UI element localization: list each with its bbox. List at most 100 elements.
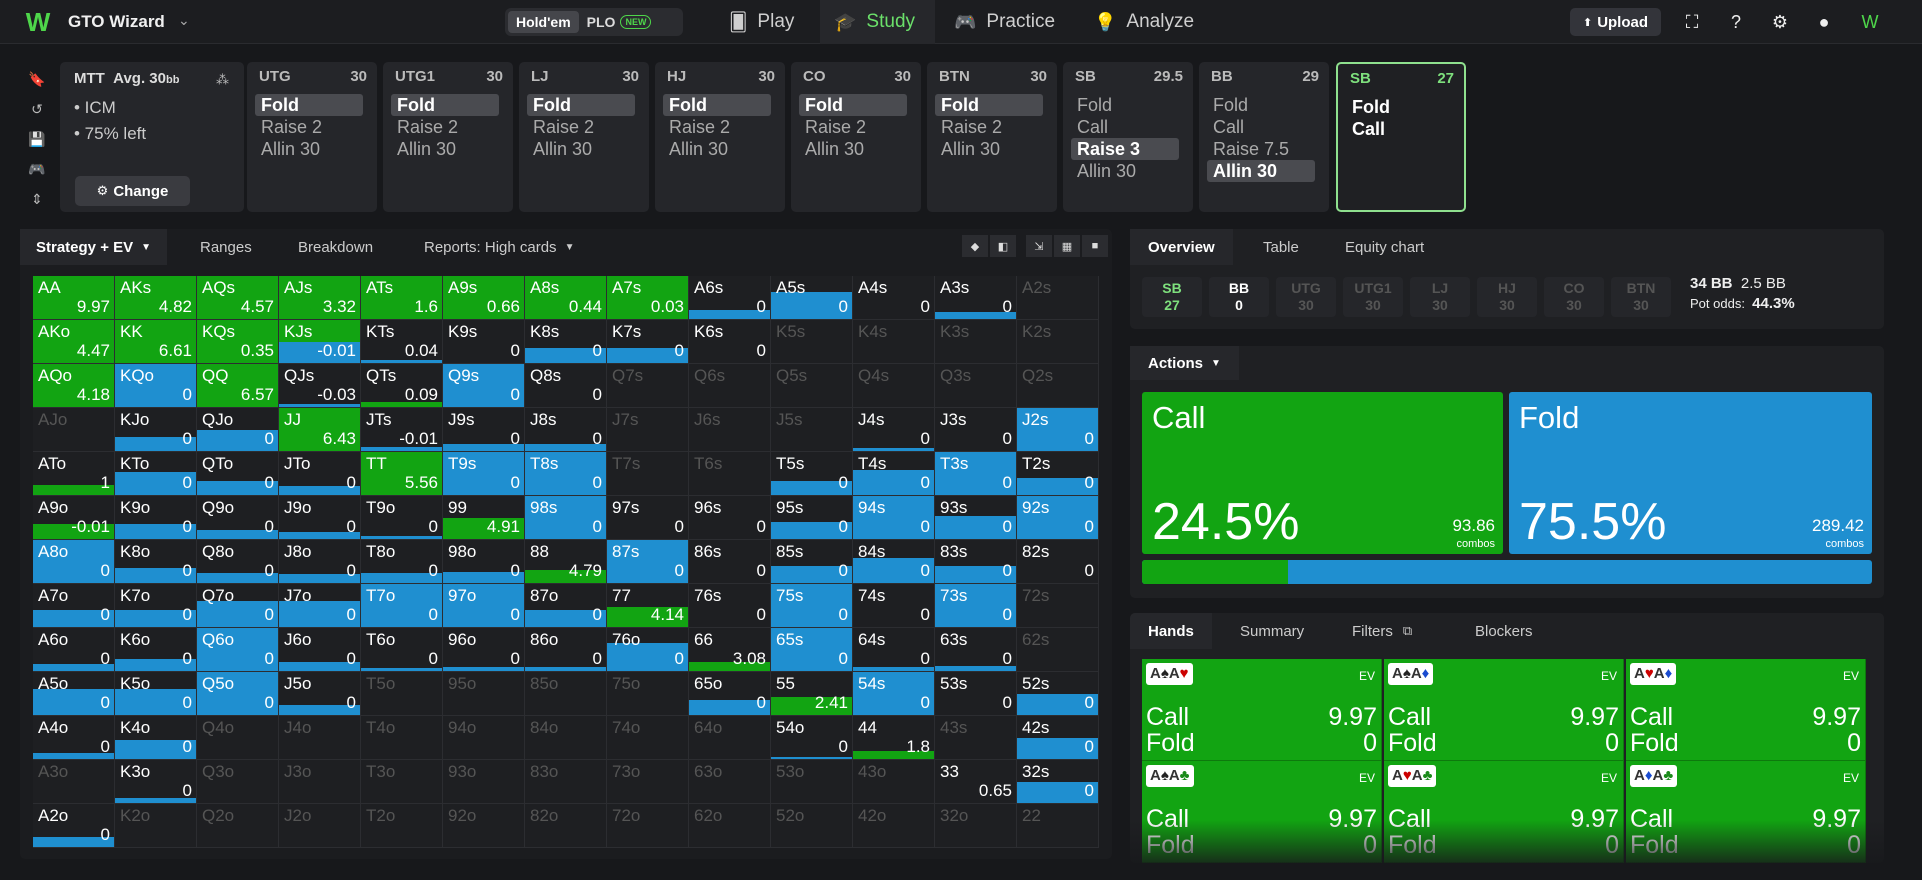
hand-cell[interactable]: 82o bbox=[525, 804, 607, 848]
position-card-sb[interactable]: SB 29.5 Fold Call Raise 3 Allin 30 bbox=[1063, 62, 1193, 212]
hand-cell[interactable]: JTo 0 bbox=[279, 452, 361, 496]
hand-cell[interactable]: AJo bbox=[33, 408, 115, 452]
hand-cell[interactable]: Q9s 0 bbox=[443, 364, 525, 408]
hand-cell[interactable]: J5s bbox=[771, 408, 853, 452]
hand-cell[interactable]: K2s bbox=[1017, 320, 1099, 364]
hand-cell[interactable]: KJs -0.01 bbox=[279, 320, 361, 364]
position-card-co[interactable]: CO 30 Fold Raise 2 Allin 30 bbox=[791, 62, 921, 212]
hand-cell[interactable]: 72s bbox=[1017, 584, 1099, 628]
hand-cell[interactable]: QTo 0 bbox=[197, 452, 279, 496]
hand-cell[interactable]: 88 4.79 bbox=[525, 540, 607, 584]
position-card-hj[interactable]: HJ 30 Fold Raise 2 Allin 30 bbox=[655, 62, 785, 212]
position-card-lj[interactable]: LJ 30 Fold Raise 2 Allin 30 bbox=[519, 62, 649, 212]
hand-cell[interactable]: QJs -0.03 bbox=[279, 364, 361, 408]
hand-combo-card[interactable]: A♠A♦ EV Call 9.97 Fold 0 bbox=[1384, 659, 1624, 761]
hand-cell[interactable]: T6s bbox=[689, 452, 771, 496]
stack-chip-utg[interactable]: UTG 30 bbox=[1276, 277, 1336, 317]
hand-cell[interactable]: 85s 0 bbox=[771, 540, 853, 584]
hand-cell[interactable]: 83o bbox=[525, 760, 607, 804]
hand-cell[interactable]: 92o bbox=[443, 804, 525, 848]
chevron-down-icon[interactable]: ⌄ bbox=[178, 12, 190, 29]
hand-cell[interactable]: 98o 0 bbox=[443, 540, 525, 584]
holdem-toggle[interactable]: Hold'em bbox=[508, 11, 579, 33]
position-action[interactable]: Allin 30 bbox=[527, 138, 635, 160]
hand-cell[interactable]: Q7s bbox=[607, 364, 689, 408]
hand-cell[interactable]: Q2s bbox=[1017, 364, 1099, 408]
hand-cell[interactable]: T8o 0 bbox=[361, 540, 443, 584]
hand-cell[interactable]: KQs 0.35 bbox=[197, 320, 279, 364]
position-card-utg1[interactable]: UTG1 30 Fold Raise 2 Allin 30 bbox=[383, 62, 513, 212]
hand-cell[interactable]: KJo 0 bbox=[115, 408, 197, 452]
hand-cell[interactable]: AA 9.97 bbox=[33, 276, 115, 320]
position-action[interactable]: Fold bbox=[1071, 94, 1179, 116]
action-call-box[interactable]: Call 24.5% 93.86 combos bbox=[1142, 392, 1503, 554]
hand-cell[interactable]: J3s 0 bbox=[935, 408, 1017, 452]
hand-cell[interactable]: Q5o 0 bbox=[197, 672, 279, 716]
position-action[interactable]: Raise 7.5 bbox=[1207, 138, 1315, 160]
hand-cell[interactable]: 84o bbox=[525, 716, 607, 760]
hand-cell[interactable]: K4o 0 bbox=[115, 716, 197, 760]
hand-cell[interactable]: Q8o 0 bbox=[197, 540, 279, 584]
hand-cell[interactable]: 87o 0 bbox=[525, 584, 607, 628]
hand-cell[interactable]: K8s 0 bbox=[525, 320, 607, 364]
help-icon[interactable]: ? bbox=[1724, 10, 1748, 34]
position-action[interactable]: Allin 30 bbox=[391, 138, 499, 160]
hand-cell[interactable]: 62o bbox=[689, 804, 771, 848]
hand-cell[interactable]: 76s 0 bbox=[689, 584, 771, 628]
hand-cell[interactable]: 53o bbox=[771, 760, 853, 804]
screenshot-icon[interactable]: ⛶ bbox=[1680, 10, 1704, 34]
contrast-icon[interactable]: ◧ bbox=[990, 235, 1016, 257]
hand-cell[interactable]: 75s 0 bbox=[771, 584, 853, 628]
position-card-btn[interactable]: BTN 30 Fold Raise 2 Allin 30 bbox=[927, 62, 1057, 212]
position-action[interactable]: Fold bbox=[391, 94, 499, 116]
hand-cell[interactable]: AKo 4.47 bbox=[33, 320, 115, 364]
position-action[interactable]: Raise 2 bbox=[391, 116, 499, 138]
hand-cell[interactable]: K6s 0 bbox=[689, 320, 771, 364]
hand-cell[interactable]: 73o bbox=[607, 760, 689, 804]
tab-table[interactable]: Table bbox=[1263, 229, 1299, 265]
square-icon[interactable]: ■ bbox=[1082, 235, 1108, 257]
hand-cell[interactable]: 65o 0 bbox=[689, 672, 771, 716]
position-action[interactable]: Call bbox=[1207, 116, 1315, 138]
position-action[interactable]: Raise 2 bbox=[935, 116, 1043, 138]
hand-cell[interactable]: Q6o 0 bbox=[197, 628, 279, 672]
hand-cell[interactable]: Q4o bbox=[197, 716, 279, 760]
hand-cell[interactable]: K5s bbox=[771, 320, 853, 364]
position-action[interactable]: Allin 30 bbox=[799, 138, 907, 160]
hand-cell[interactable]: AKs 4.82 bbox=[115, 276, 197, 320]
hand-cell[interactable]: J2o bbox=[279, 804, 361, 848]
hand-cell[interactable]: 97s 0 bbox=[607, 496, 689, 540]
hand-cell[interactable]: J6o 0 bbox=[279, 628, 361, 672]
hand-cell[interactable]: J6s bbox=[689, 408, 771, 452]
hand-cell[interactable]: T6o 0 bbox=[361, 628, 443, 672]
hand-cell[interactable]: 76o 0 bbox=[607, 628, 689, 672]
hand-cell[interactable]: Q3o bbox=[197, 760, 279, 804]
position-action[interactable]: Fold bbox=[663, 94, 771, 116]
bookmark-icon[interactable]: 🔖 bbox=[22, 64, 52, 94]
tab-summary[interactable]: Summary bbox=[1240, 613, 1304, 649]
hand-cell[interactable]: 33 0.65 bbox=[935, 760, 1017, 804]
hand-cell[interactable]: T2s 0 bbox=[1017, 452, 1099, 496]
hand-cell[interactable]: A9s 0.66 bbox=[443, 276, 525, 320]
collapse-icon[interactable]: ⇕ bbox=[22, 184, 52, 214]
hand-cell[interactable]: A3s 0 bbox=[935, 276, 1017, 320]
position-action[interactable]: Fold bbox=[1346, 96, 1450, 118]
hand-cell[interactable]: 87s 0 bbox=[607, 540, 689, 584]
position-action[interactable]: Raise 3 bbox=[1071, 138, 1179, 160]
hand-cell[interactable]: 55 2.41 bbox=[771, 672, 853, 716]
hand-cell[interactable]: 54o 0 bbox=[771, 716, 853, 760]
position-action[interactable]: Allin 30 bbox=[663, 138, 771, 160]
reset-icon[interactable]: ↺ bbox=[22, 94, 52, 124]
gear-icon[interactable]: ⚙ bbox=[1768, 10, 1792, 34]
hand-cell[interactable]: 74s 0 bbox=[853, 584, 935, 628]
hand-cell[interactable]: J3o bbox=[279, 760, 361, 804]
hand-cell[interactable]: K5o 0 bbox=[115, 672, 197, 716]
plo-toggle[interactable]: PLO NEW bbox=[579, 11, 660, 33]
hand-cell[interactable]: QJo 0 bbox=[197, 408, 279, 452]
hand-cell[interactable]: T3s 0 bbox=[935, 452, 1017, 496]
hand-cell[interactable]: T3o bbox=[361, 760, 443, 804]
hand-cell[interactable]: A9o -0.01 bbox=[33, 496, 115, 540]
hand-cell[interactable]: 96o 0 bbox=[443, 628, 525, 672]
hand-cell[interactable]: Q6s bbox=[689, 364, 771, 408]
hand-cell[interactable]: Q2o bbox=[197, 804, 279, 848]
